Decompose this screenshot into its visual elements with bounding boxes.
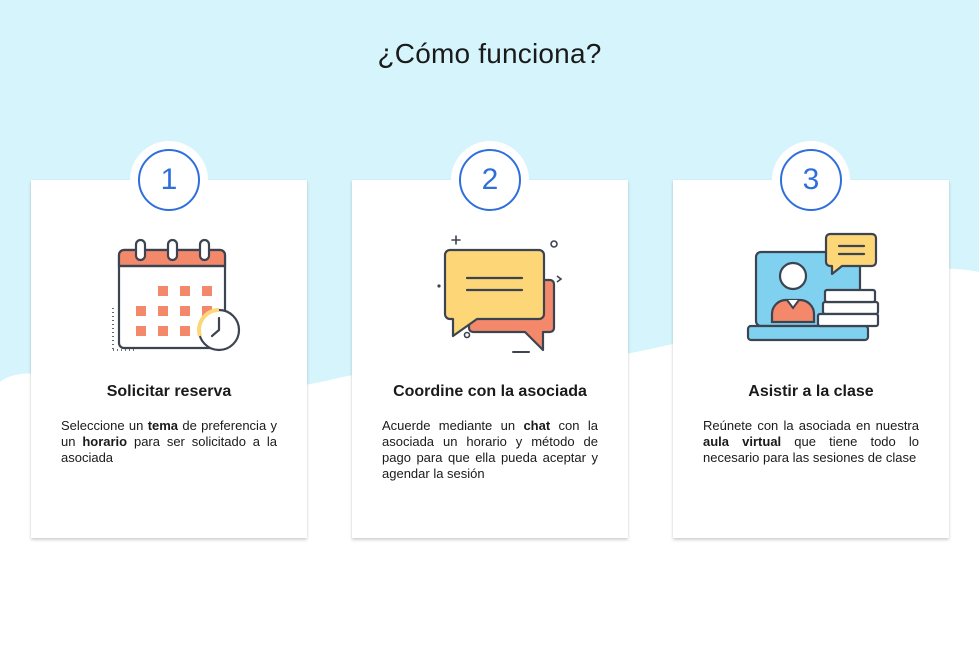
calendar-clock-icon: [112, 238, 241, 352]
step-description: Seleccione un tema de preferencia y un h…: [61, 418, 277, 465]
step-number-badge: 3: [772, 141, 850, 219]
highlight-chat: chat: [523, 418, 551, 433]
virtual-classroom-icon: [746, 232, 880, 342]
page-title: ¿Cómo funciona?: [377, 38, 602, 69]
step-title: Asistir a la clase: [748, 383, 874, 400]
step-card-2: 2 Coordine con la asociada Acuerde media…: [352, 141, 628, 538]
chat-bubbles-icon: [437, 235, 563, 353]
step-description: Reúnete con la asociada en nuestra aula …: [703, 418, 920, 465]
highlight-topic: tema: [147, 418, 179, 433]
step-number-badge: 1: [130, 141, 208, 219]
step-card-1: 1 Solicitar reserva Seleccione un tema d…: [31, 141, 307, 538]
step-number: 2: [459, 149, 521, 211]
step-number: 3: [780, 149, 842, 211]
highlight-schedule: horario: [82, 434, 128, 449]
step-card-3: 3 Asistir a la clase Reúnete con la asoc…: [673, 141, 949, 538]
step-number: 1: [138, 149, 200, 211]
step-title: Coordine con la asociada: [393, 383, 587, 400]
step-description: Acuerde mediante un chat con la asociada…: [382, 418, 598, 481]
highlight-virtual-classroom: aula virtual: [703, 434, 782, 449]
step-title: Solicitar reserva: [106, 383, 232, 400]
step-number-badge: 2: [451, 141, 529, 219]
